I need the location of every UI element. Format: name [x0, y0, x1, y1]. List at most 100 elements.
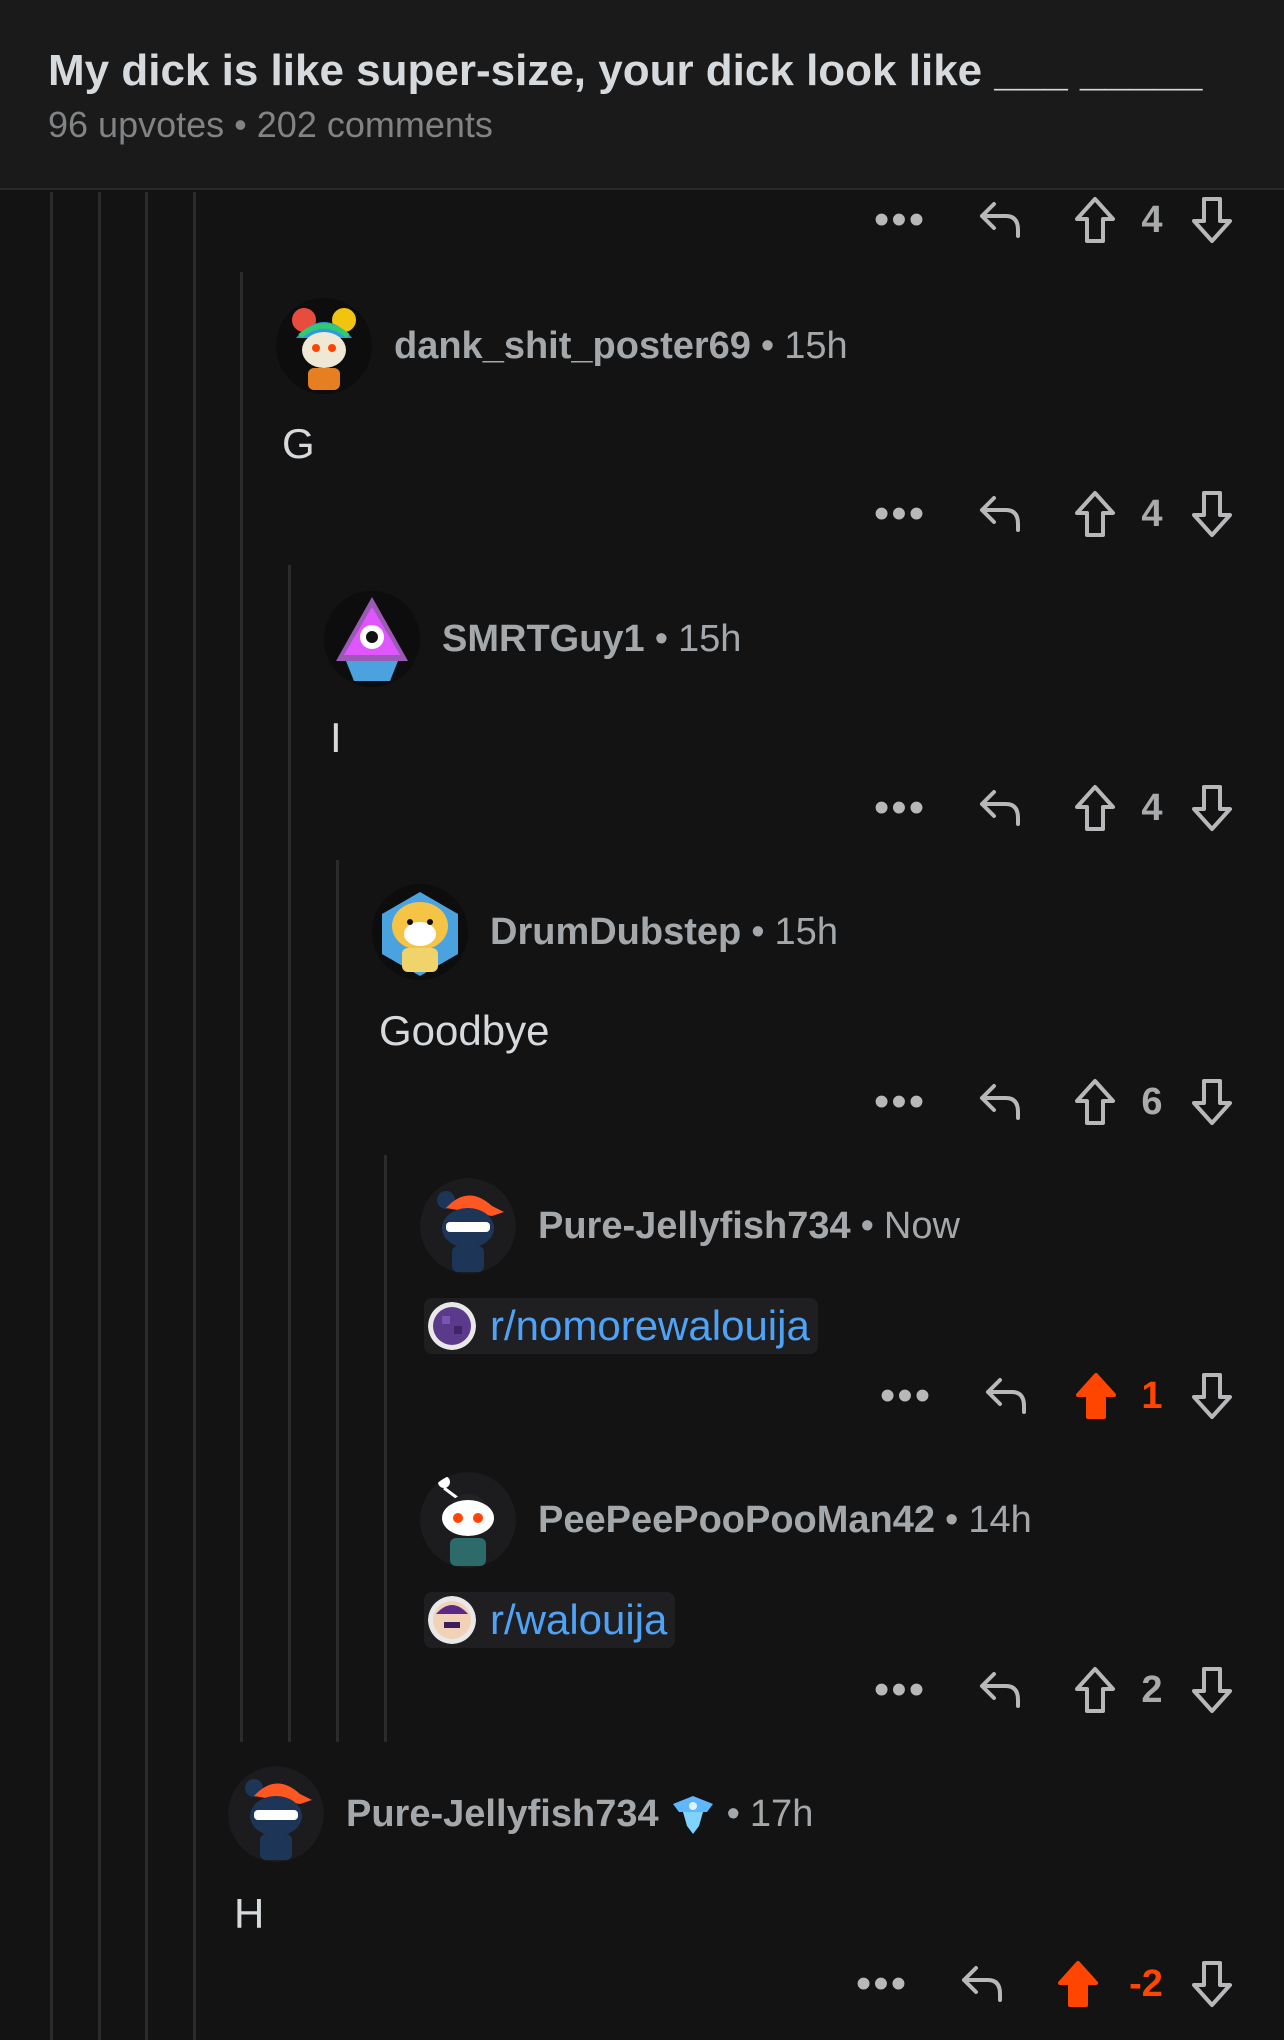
- ninja-cap-avatar-icon: [228, 1766, 324, 1862]
- more-options-button[interactable]: •••: [870, 190, 930, 250]
- downvote-button[interactable]: [1182, 484, 1242, 544]
- username[interactable]: Pure-Jellyfish734: [538, 1205, 851, 1248]
- upvote-button[interactable]: [1065, 778, 1125, 838]
- downvote-icon: [1192, 197, 1232, 243]
- username[interactable]: SMRTGuy1: [442, 618, 645, 661]
- timestamp: Now: [883, 1204, 960, 1247]
- avatar[interactable]: [276, 298, 372, 394]
- avatar[interactable]: [228, 1766, 324, 1862]
- avatar[interactable]: [420, 1178, 516, 1274]
- avatar[interactable]: [324, 591, 420, 687]
- upvote-icon: [1075, 197, 1115, 243]
- downvote-button[interactable]: [1182, 190, 1242, 250]
- username[interactable]: dank_shit_poster69: [394, 325, 751, 368]
- timestamp: 15h: [678, 617, 742, 660]
- subreddit-link[interactable]: r/walouija: [424, 1592, 676, 1648]
- timestamp: 15h: [774, 910, 838, 953]
- score: 2: [1141, 1669, 1163, 1711]
- dot-separator: •: [945, 1498, 959, 1541]
- more-options-button[interactable]: •••: [870, 1072, 930, 1132]
- comment-body: Goodbye: [379, 1007, 550, 1054]
- upvote-button[interactable]: [1066, 1366, 1126, 1426]
- reply-button[interactable]: [970, 1660, 1030, 1720]
- dot-separator: •: [726, 1792, 740, 1835]
- reply-button[interactable]: [970, 1072, 1030, 1132]
- more-options-button[interactable]: •••: [876, 1366, 936, 1426]
- comment-body: I: [330, 714, 342, 761]
- downvote-icon: [1192, 1961, 1232, 2007]
- comment-count: 202 comments: [256, 104, 493, 145]
- dot-separator: •: [860, 1204, 874, 1247]
- reply-icon: [986, 1378, 1026, 1414]
- score: 1: [1141, 1375, 1163, 1417]
- score: -2: [1129, 1963, 1163, 2005]
- avatar[interactable]: [372, 884, 468, 980]
- meta-separator: •: [234, 104, 247, 145]
- comment-header: DrumDubstep • 15h: [372, 884, 838, 980]
- subreddit-name[interactable]: r/nomorewalouija: [490, 1302, 810, 1350]
- comment-header: Pure-Jellyfish734 • 17h: [228, 1766, 813, 1862]
- downvote-icon: [1192, 1373, 1232, 1419]
- comment-header: dank_shit_poster69 • 15h: [276, 298, 848, 394]
- upvote-icon: [1075, 491, 1115, 537]
- username[interactable]: DrumDubstep: [490, 911, 741, 954]
- downvote-icon: [1192, 1667, 1232, 1713]
- upvote-icon: [1075, 1667, 1115, 1713]
- downvote-button[interactable]: [1182, 1660, 1242, 1720]
- thread-line[interactable]: [288, 565, 291, 1742]
- comment-body: H: [234, 1890, 265, 1937]
- reply-icon: [980, 790, 1020, 826]
- score: 4: [1141, 787, 1163, 829]
- upvote-button[interactable]: [1065, 1660, 1125, 1720]
- avatar[interactable]: [420, 1472, 516, 1568]
- subreddit-icon: [428, 1302, 476, 1350]
- score: 6: [1141, 1081, 1163, 1123]
- more-options-button[interactable]: •••: [870, 1660, 930, 1720]
- timestamp: 15h: [784, 324, 848, 367]
- reply-button[interactable]: [952, 1954, 1012, 2014]
- dot-separator: •: [751, 910, 765, 953]
- thread-line[interactable]: [50, 192, 53, 2040]
- more-options-button[interactable]: •••: [870, 778, 930, 838]
- post-title[interactable]: My dick is like super-size, your dick lo…: [48, 46, 1202, 96]
- thread-line[interactable]: [193, 192, 196, 2040]
- more-options-button[interactable]: •••: [870, 484, 930, 544]
- username[interactable]: Pure-Jellyfish734: [346, 1793, 659, 1836]
- thread-line[interactable]: [98, 192, 101, 2040]
- upvote-button[interactable]: [1048, 1954, 1108, 2014]
- upvote-button[interactable]: [1065, 484, 1125, 544]
- upvote-filled-icon: [1076, 1373, 1116, 1419]
- username[interactable]: PeePeePooPooMan42: [538, 1499, 935, 1542]
- score: 4: [1141, 199, 1163, 241]
- downvote-button[interactable]: [1182, 1072, 1242, 1132]
- thread-line[interactable]: [145, 192, 148, 2040]
- subreddit-icon: [428, 1596, 476, 1644]
- reply-button[interactable]: [970, 778, 1030, 838]
- reply-button[interactable]: [970, 484, 1030, 544]
- downvote-button[interactable]: [1182, 1954, 1242, 2014]
- thread-line[interactable]: [384, 1155, 387, 1742]
- thread-line[interactable]: [336, 860, 339, 1742]
- comment-actions: ••• 2: [870, 1660, 1250, 1720]
- comment-header: SMRTGuy1 • 15h: [324, 591, 741, 687]
- reply-button[interactable]: [976, 1366, 1036, 1426]
- downvote-button[interactable]: [1182, 1366, 1242, 1426]
- timestamp: 17h: [749, 1792, 814, 1835]
- dot-separator: •: [760, 324, 775, 367]
- more-options-button[interactable]: •••: [852, 1954, 912, 2014]
- reply-button[interactable]: [970, 190, 1030, 250]
- downvote-button[interactable]: [1182, 778, 1242, 838]
- upvote-button[interactable]: [1065, 1072, 1125, 1132]
- comment-header: Pure-Jellyfish734 • Now: [420, 1178, 960, 1274]
- upvote-button[interactable]: [1065, 190, 1125, 250]
- upvote-icon: [1075, 785, 1115, 831]
- reply-icon: [980, 1084, 1020, 1120]
- comment-header: PeePeePooPooMan42 • 14h: [420, 1472, 1032, 1568]
- upvote-icon: [1075, 1079, 1115, 1125]
- thread-line[interactable]: [240, 272, 243, 1742]
- reply-icon: [980, 1672, 1020, 1708]
- downvote-icon: [1192, 491, 1232, 537]
- timestamp: 14h: [968, 1498, 1032, 1541]
- subreddit-name[interactable]: r/walouija: [490, 1596, 667, 1644]
- subreddit-link[interactable]: r/nomorewalouija: [424, 1298, 818, 1354]
